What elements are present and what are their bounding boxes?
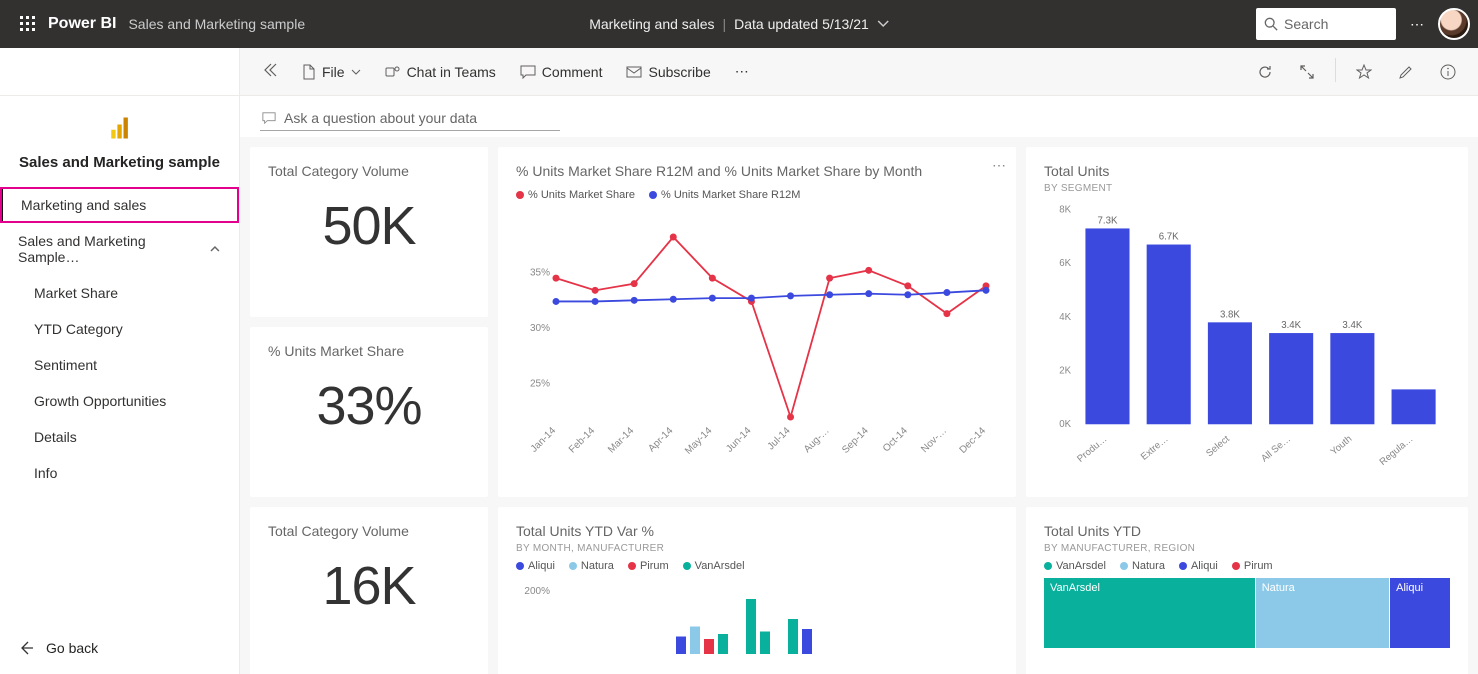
svg-text:Dec-14: Dec-14 bbox=[958, 425, 989, 456]
dashboard-name: Marketing and sales bbox=[589, 16, 714, 32]
qna-input[interactable]: Ask a question about your data bbox=[260, 106, 560, 131]
ytd-var-svg: 200% bbox=[516, 578, 996, 658]
more-options-icon[interactable]: ⋯ bbox=[1406, 16, 1428, 33]
chevron-down-icon bbox=[877, 18, 889, 30]
sidebar-item-ytd-category[interactable]: YTD Category bbox=[0, 311, 239, 347]
chevron-down-icon bbox=[351, 67, 361, 77]
svg-text:4K: 4K bbox=[1059, 312, 1071, 323]
svg-text:Feb-14: Feb-14 bbox=[567, 425, 597, 455]
line-chart-svg: 25% 30% 35% Jan-14 Feb-14 Mar-14 Apr-14 May-14 J… bbox=[516, 207, 996, 467]
tile-bar-total-units[interactable]: Total Units BY SEGMENT 0K2K4K6K8K7.3KPro… bbox=[1026, 147, 1468, 497]
nav-sidebar: Sales and Marketing sample Marketing and… bbox=[0, 48, 240, 674]
svg-text:3.4K: 3.4K bbox=[1281, 320, 1301, 331]
tile-market-share-pct[interactable]: % Units Market Share 33% bbox=[250, 327, 488, 497]
svg-text:All Se…: All Se… bbox=[1259, 434, 1293, 465]
ytd-total-legend: VanArsdel Natura Aliqui Pirum bbox=[1044, 560, 1450, 572]
sidebar-item-marketing-sales[interactable]: Marketing and sales bbox=[0, 187, 239, 223]
svg-text:Sep-14: Sep-14 bbox=[840, 425, 871, 456]
svg-text:Oct-14: Oct-14 bbox=[881, 425, 910, 454]
file-icon bbox=[302, 64, 316, 80]
user-avatar[interactable] bbox=[1438, 8, 1470, 40]
tile-line-market-share[interactable]: ⋯ % Units Market Share R12M and % Units … bbox=[498, 147, 1016, 497]
line-legend: % Units Market Share % Units Market Shar… bbox=[516, 189, 998, 201]
app-logo bbox=[0, 96, 239, 150]
favorite-icon[interactable] bbox=[1346, 58, 1382, 86]
svg-text:7.3K: 7.3K bbox=[1098, 216, 1118, 227]
svg-text:Regula…: Regula… bbox=[1378, 434, 1416, 468]
dashboard-crumb[interactable]: Marketing and sales | Data updated 5/13/… bbox=[589, 16, 889, 32]
svg-text:25%: 25% bbox=[530, 379, 550, 390]
svg-text:Nov-…: Nov-… bbox=[919, 425, 949, 455]
svg-text:Extre…: Extre… bbox=[1139, 434, 1171, 463]
workspace-crumb[interactable]: Sales and Marketing sample bbox=[128, 16, 305, 32]
svg-text:2K: 2K bbox=[1059, 366, 1071, 377]
svg-text:Jan-14: Jan-14 bbox=[529, 425, 559, 455]
go-back-button[interactable]: Go back bbox=[0, 622, 239, 674]
command-bar: File Chat in Teams Comment Subscribe ⋯ bbox=[240, 48, 1478, 96]
svg-text:Mar-14: Mar-14 bbox=[606, 425, 636, 455]
sidebar-item-details[interactable]: Details bbox=[0, 419, 239, 455]
product-name[interactable]: Power BI bbox=[48, 15, 116, 33]
file-menu[interactable]: File bbox=[292, 58, 371, 86]
svg-text:Jul-14: Jul-14 bbox=[766, 425, 793, 452]
arrow-left-icon bbox=[18, 640, 34, 656]
powerbi-icon bbox=[106, 114, 134, 142]
treemap-block[interactable]: Aliqui bbox=[1390, 578, 1450, 648]
svg-text:200%: 200% bbox=[524, 586, 550, 597]
svg-text:Select: Select bbox=[1204, 433, 1232, 459]
mail-icon bbox=[626, 66, 642, 78]
qna-bar: Ask a question about your data bbox=[240, 96, 1478, 137]
comment-button[interactable]: Comment bbox=[510, 58, 613, 86]
svg-text:8K: 8K bbox=[1059, 205, 1071, 216]
tile-total-category-volume[interactable]: Total Category Volume 50K bbox=[250, 147, 488, 317]
treemap: VanArsdelNaturaAliqui bbox=[1044, 578, 1450, 648]
tile-more-icon[interactable]: ⋯ bbox=[992, 157, 1006, 174]
info-icon[interactable] bbox=[1430, 58, 1466, 86]
sidebar-group-header[interactable]: Sales and Marketing Sample… bbox=[0, 223, 239, 275]
tile-ytd-var[interactable]: Total Units YTD Var % BY MONTH, MANUFACT… bbox=[498, 507, 1016, 674]
svg-text:0K: 0K bbox=[1059, 419, 1071, 430]
svg-text:Produ…: Produ… bbox=[1075, 434, 1109, 465]
bar-chart-svg: 0K 2K 4K 6K 8K 7.3K Produ… 6.7K Extre… 3.8K Select… bbox=[1044, 200, 1450, 480]
global-header: Power BI Sales and Marketing sample Mark… bbox=[0, 0, 1478, 48]
chat-teams-button[interactable]: Chat in Teams bbox=[375, 58, 506, 86]
data-updated-label: Data updated 5/13/21 bbox=[734, 16, 869, 32]
treemap-block[interactable]: Natura bbox=[1256, 578, 1389, 648]
more-actions-icon[interactable]: ⋯ bbox=[725, 57, 759, 86]
svg-text:Jun-14: Jun-14 bbox=[724, 425, 754, 455]
ytd-var-legend: Aliqui Natura Pirum VanArsdel bbox=[516, 560, 998, 572]
chevron-up-icon bbox=[209, 243, 221, 255]
svg-text:6K: 6K bbox=[1059, 258, 1071, 269]
svg-text:6.7K: 6.7K bbox=[1159, 232, 1179, 243]
subscribe-button[interactable]: Subscribe bbox=[616, 58, 720, 86]
sidebar-item-growth[interactable]: Growth Opportunities bbox=[0, 383, 239, 419]
fullscreen-icon[interactable] bbox=[1289, 58, 1325, 86]
refresh-icon[interactable] bbox=[1247, 58, 1283, 86]
svg-text:35%: 35% bbox=[530, 268, 550, 279]
sidebar-title: Sales and Marketing sample bbox=[0, 150, 239, 187]
comment-icon bbox=[520, 65, 536, 79]
tile-ytd-total[interactable]: Total Units YTD BY MANUFACTURER, REGION … bbox=[1026, 507, 1468, 674]
search-input[interactable]: Search bbox=[1256, 8, 1396, 40]
svg-text:Apr-14: Apr-14 bbox=[646, 425, 675, 454]
sidebar-item-market-share[interactable]: Market Share bbox=[0, 275, 239, 311]
search-placeholder: Search bbox=[1284, 16, 1328, 32]
tile-total-category-volume-2[interactable]: Total Category Volume 16K bbox=[250, 507, 488, 674]
teams-icon bbox=[385, 64, 401, 80]
svg-text:Aug-…: Aug-… bbox=[802, 425, 832, 455]
svg-text:May-14: May-14 bbox=[683, 425, 715, 457]
sidebar-item-sentiment[interactable]: Sentiment bbox=[0, 347, 239, 383]
sidebar-item-info[interactable]: Info bbox=[0, 455, 239, 491]
qna-icon bbox=[262, 111, 276, 125]
treemap-block[interactable]: VanArsdel bbox=[1044, 578, 1255, 648]
app-launcher-icon[interactable] bbox=[8, 16, 48, 32]
edit-icon[interactable] bbox=[1388, 58, 1424, 86]
svg-text:30%: 30% bbox=[530, 323, 550, 334]
svg-text:3.4K: 3.4K bbox=[1342, 320, 1362, 331]
svg-text:Youth: Youth bbox=[1329, 434, 1355, 458]
svg-text:3.8K: 3.8K bbox=[1220, 309, 1240, 320]
collapse-nav-icon[interactable] bbox=[252, 56, 288, 87]
search-icon bbox=[1264, 17, 1278, 31]
